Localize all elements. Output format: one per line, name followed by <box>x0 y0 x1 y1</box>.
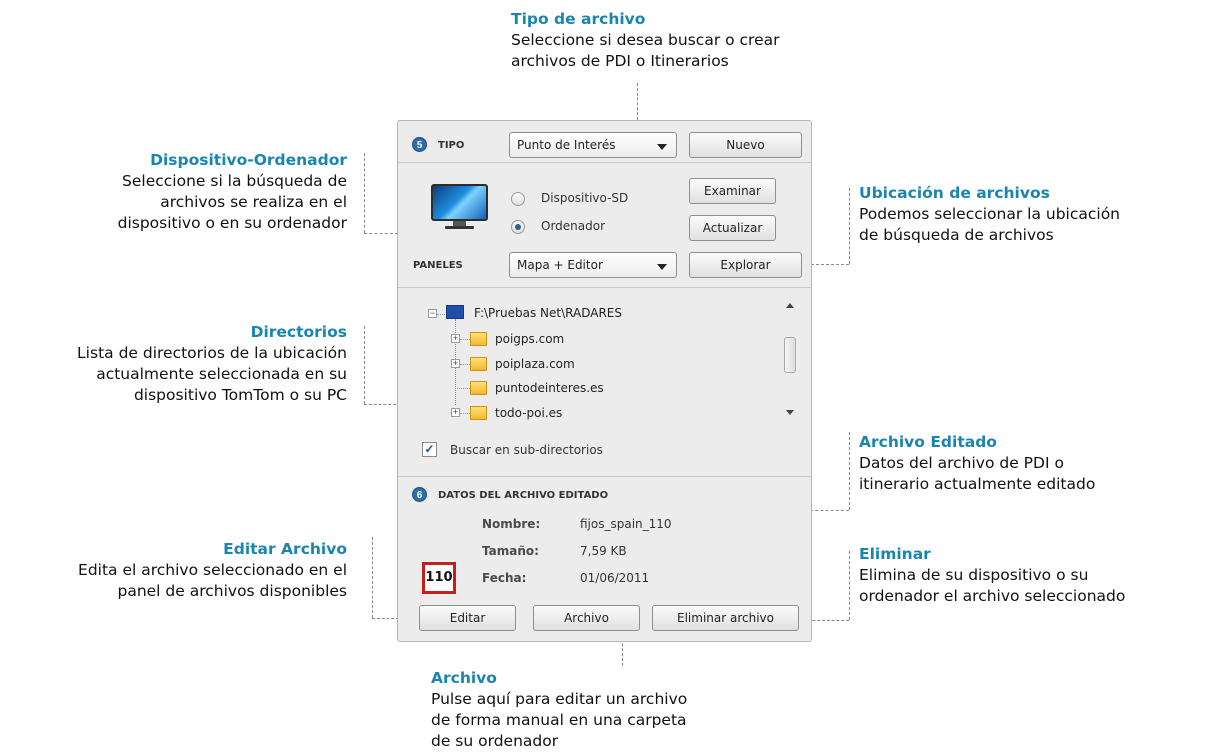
tree-item[interactable]: poiplaza.com <box>495 357 575 371</box>
nombre-value: fijos_spain_110 <box>580 517 672 531</box>
connector-line <box>364 153 365 233</box>
annotation-text: de forma manual en una carpeta <box>431 711 687 729</box>
annotation-text: archivos se realiza en el <box>160 193 347 211</box>
annotation-editar: Editar Archivo Edita el archivo seleccio… <box>78 539 347 602</box>
annotation-text: de su ordenador <box>431 732 559 750</box>
annotation-title: Ubicación de archivos <box>859 184 1050 202</box>
network-drive-icon <box>446 305 464 319</box>
actualizar-button[interactable]: Actualizar <box>689 215 776 241</box>
editar-button[interactable]: Editar <box>419 605 516 631</box>
tipo-label: TIPO <box>438 140 465 151</box>
section-tipo: 5 TIPO Punto de Interés Nuevo <box>398 121 811 163</box>
annotation-text: Seleccione si la búsqueda de <box>122 172 347 190</box>
annotation-title: Editar Archivo <box>223 540 347 558</box>
annotation-text: de búsqueda de archivos <box>859 226 1054 244</box>
section-divider <box>398 287 811 288</box>
tree-item[interactable]: poigps.com <box>495 332 564 346</box>
annotation-text: actualmente seleccionada en su <box>96 365 347 383</box>
tamano-label: Tamaño: <box>482 544 539 558</box>
paneles-select-value: Mapa + Editor <box>517 258 603 272</box>
annotation-title: Tipo de archivo <box>511 10 646 28</box>
annotation-text: ordenador el archivo seleccionado <box>859 587 1126 605</box>
annotation-text: Lista de directorios de la ubicación <box>77 344 347 362</box>
annotation-title: Archivo Editado <box>859 433 997 451</box>
annotation-title: Archivo <box>431 669 497 687</box>
radio-dispositivo-sd-label: Dispositivo-SD <box>541 191 629 205</box>
expand-icon[interactable]: + <box>451 359 460 368</box>
connector-line <box>849 551 850 620</box>
nuevo-button[interactable]: Nuevo <box>689 132 802 158</box>
fecha-value: 01/06/2011 <box>580 571 650 585</box>
section-title: DATOS DEL ARCHIVO EDITADO <box>438 490 609 501</box>
nombre-label: Nombre: <box>482 517 541 531</box>
section-divider <box>398 476 811 477</box>
connector-line <box>849 188 850 264</box>
examinar-button[interactable]: Examinar <box>689 178 776 204</box>
connector-line <box>372 537 373 618</box>
folder-icon <box>470 406 487 420</box>
tree-item[interactable]: todo-poi.es <box>495 406 562 420</box>
explorar-button[interactable]: Explorar <box>689 252 802 278</box>
folder-icon <box>470 381 487 395</box>
annotation-editado: Archivo Editado Datos del archivo de PDI… <box>859 432 1095 495</box>
annotation-directorios: Directorios Lista de directorios de la u… <box>77 322 347 406</box>
annotation-text: dispositivo o en su ordenador <box>117 214 347 232</box>
scroll-up-icon[interactable] <box>786 303 794 308</box>
file-panel: 5 TIPO Punto de Interés Nuevo Dispositiv… <box>397 120 812 642</box>
annotation-title: Eliminar <box>859 545 931 563</box>
annotation-archivo: Archivo Pulse aquí para editar un archiv… <box>431 668 687 752</box>
scroll-down-icon[interactable] <box>786 410 794 415</box>
paneles-select[interactable]: Mapa + Editor <box>509 252 677 278</box>
annotation-text: Podemos seleccionar la ubicación <box>859 205 1121 223</box>
radio-dispositivo-sd[interactable] <box>511 192 525 206</box>
annotation-text: Edita el archivo seleccionado en el <box>78 561 347 579</box>
annotation-text: dispositivo TomTom o su PC <box>133 386 347 404</box>
annotation-text: Datos del archivo de PDI o <box>859 454 1064 472</box>
collapse-icon[interactable]: − <box>428 309 437 318</box>
annotation-text: panel de archivos disponibles <box>117 582 347 600</box>
connector-line <box>364 326 365 404</box>
annotation-tipo: Tipo de archivo Seleccione si desea busc… <box>511 9 780 72</box>
eliminar-archivo-button[interactable]: Eliminar archivo <box>652 605 799 631</box>
monitor-icon <box>431 184 488 229</box>
expand-icon[interactable]: + <box>451 408 460 417</box>
connector-line <box>849 432 850 510</box>
speed-limit-icon: 110 <box>422 562 456 594</box>
archivo-button[interactable]: Archivo <box>533 605 640 631</box>
folder-icon <box>470 332 487 346</box>
expand-icon[interactable]: + <box>451 334 460 343</box>
folder-icon <box>470 357 487 371</box>
annotation-text: itinerario actualmente editado <box>859 475 1096 493</box>
radio-ordenador-label: Ordenador <box>541 219 606 233</box>
annotation-dispositivo: Dispositivo-Ordenador Seleccione si la b… <box>118 150 347 234</box>
radio-ordenador[interactable] <box>511 220 525 234</box>
subdirs-checkbox[interactable]: ✓ <box>422 442 437 457</box>
tipo-select-value: Punto de Interés <box>517 138 616 152</box>
annotation-eliminar: Eliminar Elimina de su dispositivo o su … <box>859 544 1125 607</box>
fecha-label: Fecha: <box>482 571 527 585</box>
paneles-label: PANELES <box>413 260 463 271</box>
tree-root[interactable]: F:\Pruebas Net\RADARES <box>474 306 622 320</box>
tree-item[interactable]: puntodeinteres.es <box>495 381 604 395</box>
subdirs-label: Buscar en sub-directorios <box>450 443 603 457</box>
tipo-select[interactable]: Punto de Interés <box>509 132 677 158</box>
section-number-badge: 5 <box>412 137 427 152</box>
annotation-text: Seleccione si desea buscar o crear <box>511 31 780 49</box>
directory-tree[interactable]: − F:\Pruebas Net\RADARES + poigps.com + … <box>398 289 811 469</box>
tamano-value: 7,59 KB <box>580 544 627 558</box>
annotation-title: Dispositivo-Ordenador <box>150 151 347 169</box>
chevron-down-icon <box>657 264 667 270</box>
scroll-thumb[interactable] <box>784 337 796 373</box>
annotation-text: archivos de PDI o Itinerarios <box>511 52 729 70</box>
annotation-text: Elimina de su dispositivo o su <box>859 566 1089 584</box>
annotation-ubicacion: Ubicación de archivos Podemos selecciona… <box>859 183 1120 246</box>
annotation-text: Pulse aquí para editar un archivo <box>431 690 688 708</box>
tree-scrollbar[interactable] <box>782 299 798 419</box>
annotation-title: Directorios <box>250 323 347 341</box>
chevron-down-icon <box>657 144 667 150</box>
section-number-badge: 6 <box>412 487 427 502</box>
